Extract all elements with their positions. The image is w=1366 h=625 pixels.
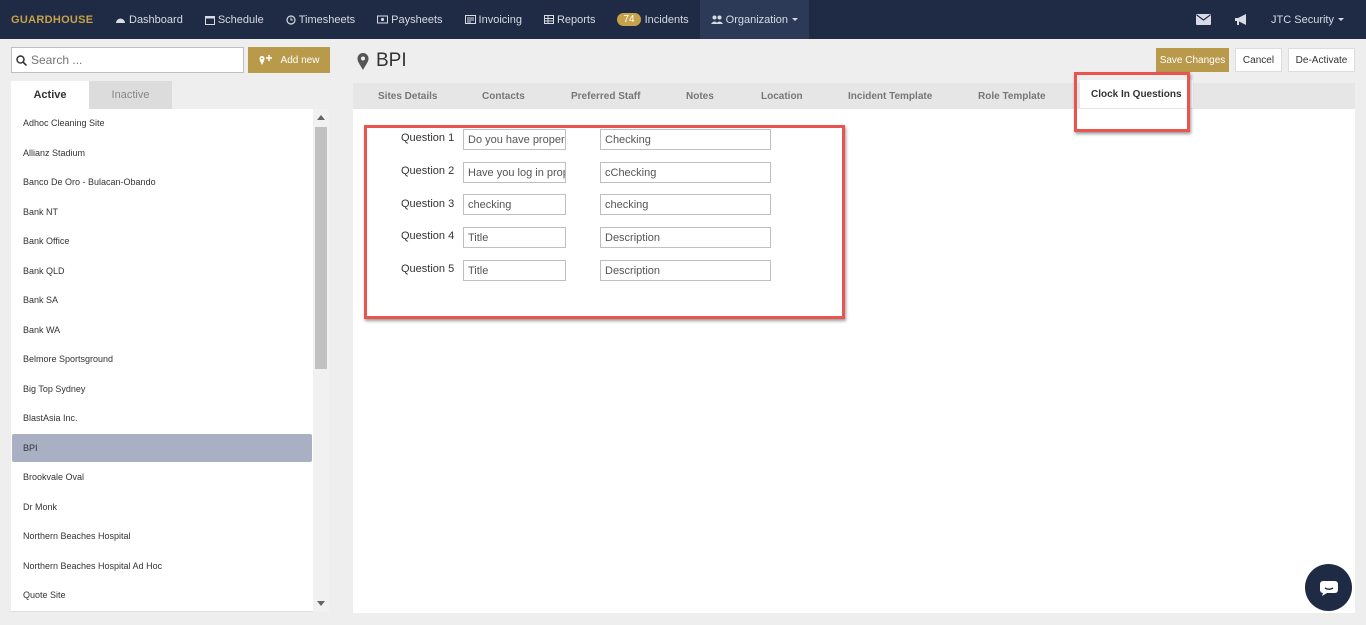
site-title: BPI <box>376 50 407 71</box>
nav-timesheets[interactable]: Timesheets <box>275 0 366 39</box>
list-item[interactable]: Northern Beaches Hospital <box>12 522 312 550</box>
scroll-down-arrow-icon[interactable] <box>317 601 325 606</box>
nav-reports-label: Reports <box>556 13 596 26</box>
list-item[interactable]: Dr Monk <box>12 493 312 521</box>
nav-invoicing-label: Invoicing <box>478 13 522 26</box>
incidents-count-badge: 74 <box>617 13 641 26</box>
tab-contacts[interactable]: Contacts <box>482 83 525 109</box>
list-item[interactable]: Belmore Sportsground <box>12 345 312 373</box>
list-item[interactable]: Bank NT <box>12 198 312 226</box>
envelope-icon <box>1195 14 1211 25</box>
invoice-icon <box>464 15 476 24</box>
nav-organization[interactable]: Organization <box>699 0 810 39</box>
deactivate-button[interactable]: De-Activate <box>1288 48 1355 72</box>
nav-invoicing[interactable]: Invoicing <box>454 0 533 39</box>
list-item-selected[interactable]: BPI <box>12 434 312 462</box>
megaphone-icon <box>1234 13 1246 25</box>
tab-preferred-staff[interactable]: Preferred Staff <box>571 83 640 109</box>
list-item[interactable]: Big Top Sydney <box>12 375 312 403</box>
questions-highlight-box <box>364 125 845 319</box>
site-list-scrollbar[interactable] <box>313 109 329 612</box>
nav-paysheets[interactable]: Paysheets <box>366 0 453 39</box>
users-icon <box>710 15 723 24</box>
tab-inactive[interactable]: Inactive <box>89 81 172 109</box>
list-item[interactable]: Banco De Oro - Bulacan-Obando <box>12 168 312 196</box>
save-changes-button[interactable]: Save Changes <box>1156 48 1229 72</box>
tab-highlight-box <box>1074 72 1190 132</box>
nav-paysheets-label: Paysheets <box>391 13 443 26</box>
clock-icon <box>286 14 296 25</box>
messages-button[interactable] <box>1184 0 1222 39</box>
tab-role-template[interactable]: Role Template <box>978 83 1046 109</box>
dashboard-icon <box>116 18 125 23</box>
search-field[interactable] <box>11 47 244 73</box>
site-tabs: Sites Details Contacts Preferred Staff N… <box>353 80 1355 109</box>
list-item[interactable]: Bank QLD <box>12 257 312 285</box>
site-list: Adhoc Cleaning Site Allianz Stadium Banc… <box>11 109 329 612</box>
chevron-down-icon <box>1338 18 1344 21</box>
announcements-button[interactable] <box>1222 0 1260 39</box>
list-item[interactable]: Allianz Stadium <box>12 139 312 167</box>
tab-notes[interactable]: Notes <box>686 83 714 109</box>
tab-active[interactable]: Active <box>11 81 89 109</box>
nav-schedule[interactable]: Schedule <box>194 0 275 39</box>
list-item[interactable]: BlastAsia Inc. <box>12 404 312 432</box>
chat-icon <box>1319 580 1338 596</box>
nav-incidents-label: Incidents <box>644 13 689 26</box>
nav-timesheets-label: Timesheets <box>298 13 356 26</box>
nav-reports[interactable]: Reports <box>533 0 607 39</box>
list-item[interactable]: Quote Site <box>12 581 312 609</box>
nav-organization-label: Organization <box>725 13 789 26</box>
list-item[interactable]: Northern Beaches Hospital Ad Hoc <box>12 552 312 580</box>
scroll-up-arrow-icon[interactable] <box>317 115 325 120</box>
nav-dashboard-label: Dashboard <box>129 13 183 26</box>
map-marker-plus-icon <box>259 54 272 65</box>
list-item[interactable]: Bank WA <box>12 316 312 344</box>
add-new-label: Add new <box>280 54 320 66</box>
chevron-down-icon <box>792 18 799 21</box>
user-name: JTC Security <box>1271 13 1334 26</box>
calendar-icon <box>204 15 215 25</box>
user-menu[interactable]: JTC Security <box>1260 0 1366 39</box>
tab-incident-template[interactable]: Incident Template <box>848 83 932 109</box>
search-input[interactable] <box>31 53 231 67</box>
status-tabs: Active Inactive <box>11 81 329 109</box>
add-new-button[interactable]: Add new <box>248 47 330 73</box>
nav-right-group: JTC Security <box>1184 0 1366 39</box>
search-icon <box>16 54 27 66</box>
tab-sites-details[interactable]: Sites Details <box>378 83 437 109</box>
list-item[interactable]: Bank SA <box>12 286 312 314</box>
scroll-thumb[interactable] <box>315 127 327 369</box>
table-icon <box>543 15 554 24</box>
list-item[interactable]: Bank Office <box>12 227 312 255</box>
nav-incidents[interactable]: 74 Incidents <box>606 0 699 39</box>
cancel-button[interactable]: Cancel <box>1235 48 1282 72</box>
map-marker-icon <box>357 52 369 70</box>
top-navbar: GUARDHOUSE Dashboard Schedule Timesheets… <box>0 0 1366 39</box>
money-icon <box>377 15 389 24</box>
nav-schedule-label: Schedule <box>217 13 264 26</box>
tab-location[interactable]: Location <box>761 83 803 109</box>
nav-dashboard[interactable]: Dashboard <box>104 0 194 39</box>
chat-widget-button[interactable] <box>1305 564 1352 611</box>
page-title: BPI <box>357 50 407 72</box>
brand-logo[interactable]: GUARDHOUSE <box>0 14 104 26</box>
list-item[interactable]: Adhoc Cleaning Site <box>12 109 312 137</box>
list-item[interactable]: Brookvale Oval <box>12 463 312 491</box>
